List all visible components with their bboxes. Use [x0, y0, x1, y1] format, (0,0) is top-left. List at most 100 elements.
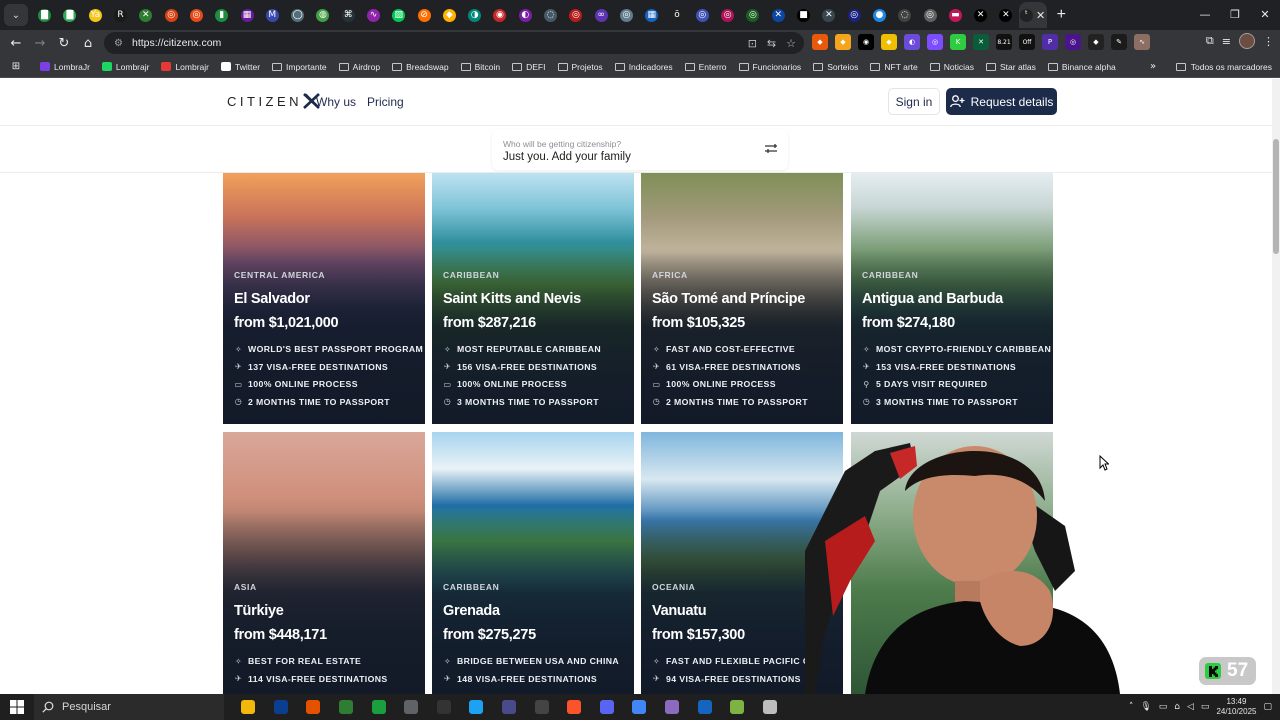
bookmark-item[interactable]: Lombrajr: [161, 62, 209, 72]
browser-tab[interactable]: ◑: [462, 2, 487, 28]
taskbar-search-box[interactable]: Pesquisar: [34, 694, 224, 720]
brown-extension-icon[interactable]: ∿: [1134, 34, 1150, 50]
bookmark-item[interactable]: Funcionarios: [738, 62, 801, 72]
green-extension-icon[interactable]: ✕: [973, 34, 989, 50]
tron-extension-icon[interactable]: ◉: [858, 34, 874, 50]
taskbar-app-icon[interactable]: [330, 694, 363, 720]
browser-tab[interactable]: ō: [664, 2, 689, 28]
browser-tab[interactable]: ▦: [234, 2, 259, 28]
bookmarks-overflow-icon[interactable]: »: [1150, 61, 1156, 72]
taskbar-app-icon[interactable]: [525, 694, 558, 720]
browser-tab[interactable]: ■: [791, 2, 816, 28]
bookmark-star-icon[interactable]: ☆: [786, 37, 796, 50]
nav-why-us[interactable]: Why us: [316, 95, 356, 109]
browser-tab[interactable]: ∿: [361, 2, 386, 28]
extensions-puzzle-icon[interactable]: ⧉: [1206, 34, 1214, 48]
taskbar-app-icon[interactable]: [721, 694, 754, 720]
taskbar-app-icon[interactable]: [591, 694, 624, 720]
browser-tab[interactable]: ▦: [639, 2, 664, 28]
browser-tab[interactable]: ●: [867, 2, 892, 28]
filter-sliders-icon[interactable]: [764, 143, 778, 155]
taskbar-app-icon[interactable]: [493, 694, 526, 720]
notifications-icon[interactable]: ▢: [1263, 702, 1272, 712]
scrollbar-thumb[interactable]: [1273, 139, 1279, 254]
browser-tab[interactable]: ◎: [917, 2, 942, 28]
browser-tab[interactable]: ✕: [968, 2, 993, 28]
taskbar-app-icon[interactable]: [395, 694, 428, 720]
browser-tab[interactable]: ⊘: [411, 2, 436, 28]
browser-tab[interactable]: ▮: [209, 2, 234, 28]
bookmark-item[interactable]: Enterro: [684, 62, 727, 72]
bookmark-item[interactable]: Bitcoin: [460, 62, 500, 72]
request-details-button[interactable]: Request details: [946, 88, 1057, 115]
close-window-icon[interactable]: ✕: [1250, 0, 1280, 28]
reload-icon[interactable]: ↻: [52, 32, 76, 54]
profile-avatar[interactable]: [1239, 33, 1255, 49]
apps-grid-icon[interactable]: ⊞: [4, 61, 28, 72]
bookmark-item[interactable]: Twitter: [221, 62, 260, 72]
taskbar-app-icon[interactable]: [297, 694, 330, 720]
country-card[interactable]: CARIBBEAN Grenada from $275,275 ✧ BRIDGE BET…: [432, 432, 634, 694]
browser-tab[interactable]: R: [108, 2, 133, 28]
extension-badge-icon[interactable]: 8.21: [996, 34, 1012, 50]
country-card[interactable]: CARIBBEAN Antigua and Barbuda from $274,18…: [851, 172, 1053, 424]
fox-extension-icon[interactable]: ◆: [812, 34, 828, 50]
tab-search-icon[interactable]: ⌄: [4, 4, 28, 26]
browser-tab[interactable]: ◎: [563, 2, 588, 28]
browser-tab[interactable]: ◐: [513, 2, 538, 28]
install-icon[interactable]: ⊡: [748, 37, 757, 50]
bookmark-item[interactable]: Importante: [272, 62, 327, 72]
close-tab-icon[interactable]: ✕: [1036, 9, 1045, 22]
browser-tab[interactable]: ◍: [310, 2, 335, 28]
taskbar-app-icon[interactable]: [460, 694, 493, 720]
browser-tab[interactable]: ✕: [993, 2, 1018, 28]
bookmark-item[interactable]: Binance alpha: [1047, 62, 1116, 72]
browser-tab[interactable]: ◎: [690, 2, 715, 28]
browser-tab[interactable]: ✕: [133, 2, 158, 28]
browser-tab[interactable]: ✕: [766, 2, 791, 28]
translate-icon[interactable]: ⇆: [767, 37, 776, 50]
browser-tab[interactable]: ◎: [184, 2, 209, 28]
extension-off-icon[interactable]: Off: [1019, 34, 1035, 50]
country-card[interactable]: AFRICA São Tomé and Príncipe from $105,325…: [641, 172, 843, 424]
browser-tab[interactable]: ◯: [285, 2, 310, 28]
browser-tab[interactable]: M: [260, 2, 285, 28]
taskbar-app-icon[interactable]: [754, 694, 787, 720]
bookmark-item[interactable]: LombraJr: [40, 62, 90, 72]
new-tab-icon[interactable]: +: [1057, 6, 1066, 24]
bookmark-item[interactable]: Star atlas: [986, 62, 1036, 72]
bookmark-item[interactable]: Airdrop: [338, 62, 380, 72]
reading-list-icon[interactable]: ≡: [1222, 35, 1231, 48]
all-bookmarks-folder[interactable]: Todos os marcadores: [1175, 62, 1272, 72]
browser-tab[interactable]: ◌: [538, 2, 563, 28]
purple-extension-icon[interactable]: ◎: [927, 34, 943, 50]
country-card[interactable]: CENTRAL AMERICA El Salvador from $1,021,00…: [223, 172, 425, 424]
bookmark-item[interactable]: Indicadores: [614, 62, 673, 72]
country-card[interactable]: ASIA Türkiye from $448,171 ✧ BEST FOR REAL E…: [223, 432, 425, 694]
display-icon[interactable]: ▭: [1159, 702, 1168, 712]
volume-icon[interactable]: ◁: [1187, 702, 1194, 712]
browser-tab[interactable]: ▇: [57, 2, 82, 28]
citizenship-applicants-selector[interactable]: Who will be getting citizenship? Just yo…: [492, 130, 788, 170]
kucoin-extension-icon[interactable]: K: [950, 34, 966, 50]
browser-tab[interactable]: ✕: [816, 2, 841, 28]
taskbar-app-icon[interactable]: [623, 694, 656, 720]
page-scrollbar[interactable]: [1272, 79, 1280, 694]
home-icon[interactable]: ⌂: [76, 32, 100, 54]
taskbar-app-icon[interactable]: [656, 694, 689, 720]
browser-tab[interactable]: ◎: [842, 2, 867, 28]
browser-tab[interactable]: ◉: [487, 2, 512, 28]
minimize-icon[interactable]: —: [1190, 0, 1220, 28]
browser-menu-icon[interactable]: ⋮: [1263, 35, 1274, 48]
browser-tab[interactable]: ▨: [386, 2, 411, 28]
taskbar-app-icon[interactable]: [428, 694, 461, 720]
sign-in-button[interactable]: Sign in: [888, 88, 940, 115]
browser-tab[interactable]: ◆: [437, 2, 462, 28]
browser-tab[interactable]: ◎: [158, 2, 183, 28]
violet-extension-icon[interactable]: ◎: [1065, 34, 1081, 50]
browser-tab[interactable]: Ya: [83, 2, 108, 28]
browser-tab[interactable]: ᵗ ✕: [1018, 2, 1047, 28]
browser-tab[interactable]: ⌘: [336, 2, 361, 28]
bookmark-item[interactable]: Projetos: [557, 62, 603, 72]
diamond-extension-icon[interactable]: ◆: [1088, 34, 1104, 50]
